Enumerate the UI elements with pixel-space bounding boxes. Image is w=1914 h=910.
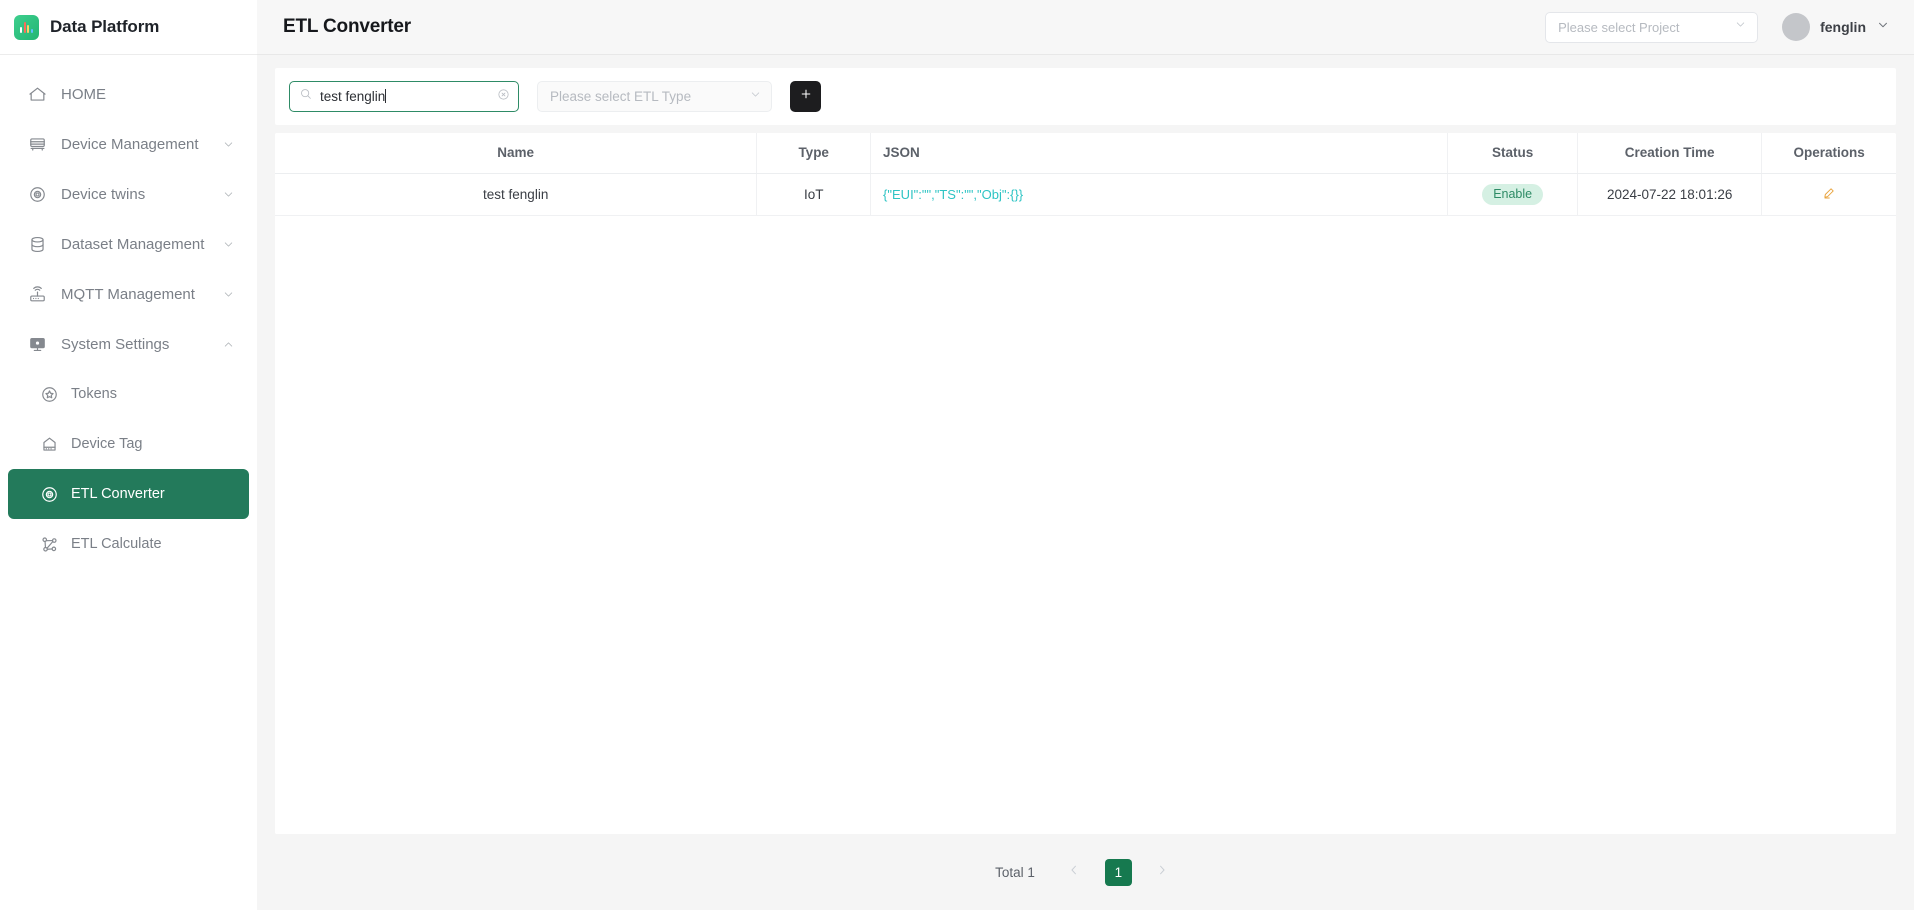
filter-toolbar: test fenglin Please select ETL Type [275,68,1896,125]
sidebar-item-etl-converter[interactable]: ETL Converter [8,469,249,519]
sidebar-item-label: System Settings [61,335,170,353]
pagination-prev-button[interactable] [1061,859,1088,886]
column-header-name[interactable]: Name [275,133,758,174]
cell-creation-time: 2024-07-22 18:01:26 [1577,173,1763,216]
router-icon [28,285,47,304]
table-empty-space [275,215,1896,834]
home-icon [28,85,47,104]
sidebar-item-label: Dataset Management [61,235,205,253]
chevron-down-icon[interactable] [222,188,235,201]
table-body: test fenglin IoT {"EUI":"","TS":"","Obj"… [275,173,1896,216]
tag-device-icon [40,435,59,454]
sidebar-item-device-twins[interactable]: Device twins [8,169,249,219]
flow-nodes-icon [40,535,59,554]
cell-name: test fenglin [275,173,758,216]
page-title: ETL Converter [283,16,411,37]
etl-table: Name Type JSON Status Creation Time Oper… [275,133,1896,216]
status-badge: Enable [1482,183,1544,205]
sidebar-item-etl-calculate[interactable]: ETL Calculate [8,519,249,569]
sidebar-item-label: ETL Calculate [71,536,162,552]
etl-table-card: Name Type JSON Status Creation Time Oper… [275,133,1896,834]
token-badge-icon [40,385,59,404]
chart-logo-icon [14,14,39,40]
main-area: ETL Converter Please select Project feng… [257,0,1914,910]
search-input[interactable]: test fenglin [289,81,519,112]
plus-icon [799,87,813,106]
sidebar-item-mqtt-management[interactable]: MQTT Management [8,269,249,319]
sidebar-item-dataset-management[interactable]: Dataset Management [8,219,249,269]
server-icon [28,135,47,154]
sidebar-item-device-management[interactable]: Device Management [8,119,249,169]
sidebar: Data Platform HOME Device Management Dev… [0,0,257,910]
sidebar-item-label: Device Tag [71,436,143,452]
sidebar-item-home[interactable]: HOME [8,69,249,119]
app-root: Data Platform HOME Device Management Dev… [0,0,1914,910]
sidebar-item-label: Tokens [71,386,117,402]
monitor-icon [28,335,47,354]
cell-status: Enable [1447,173,1579,216]
add-button[interactable] [790,81,821,112]
pagination-page-1[interactable]: 1 [1104,858,1132,886]
sidebar-item-device-tag[interactable]: Device Tag [8,419,249,469]
table-head: Name Type JSON Status Creation Time Oper… [275,133,1896,174]
chevron-up-icon[interactable] [222,338,235,351]
edit-pencil-icon[interactable] [1822,186,1836,203]
user-name: fenglin [1820,19,1866,35]
sidebar-item-label: Device Management [61,135,199,153]
target-icon [28,185,47,204]
chevron-right-icon [1155,863,1169,882]
sidebar-item-label: MQTT Management [61,285,195,303]
content: test fenglin Please select ETL Type Name… [257,55,1914,910]
database-icon [28,235,47,254]
table-row[interactable]: test fenglin IoT {"EUI":"","TS":"","Obj"… [275,173,1896,216]
sidebar-nav: HOME Device Management Device twins Data… [0,55,257,569]
sidebar-item-system-settings[interactable]: System Settings [8,319,249,369]
user-menu[interactable]: fenglin [1782,13,1890,41]
target-icon [40,485,59,504]
chevron-down-icon [1734,18,1747,36]
etl-type-select[interactable]: Please select ETL Type [537,81,772,112]
column-header-operations[interactable]: Operations [1761,133,1896,174]
sidebar-item-tokens[interactable]: Tokens [8,369,249,419]
chevron-down-icon[interactable] [222,238,235,251]
search-input-value: test fenglin [320,89,387,104]
chevron-down-icon[interactable] [222,138,235,151]
pagination-next-button[interactable] [1149,859,1176,886]
cell-operations [1761,173,1896,216]
pagination-total: Total 1 [995,864,1035,880]
table-header-row: Name Type JSON Status Creation Time Oper… [275,133,1896,174]
cell-type: IoT [756,173,872,216]
column-header-json[interactable]: JSON [870,133,1449,174]
search-icon [299,87,313,106]
brand[interactable]: Data Platform [0,0,257,55]
topbar-right: Please select Project fenglin [1545,11,1890,43]
pagination: Total 1 1 [275,834,1896,910]
column-header-creation-time[interactable]: Creation Time [1577,133,1763,174]
column-header-status[interactable]: Status [1447,133,1579,174]
avatar [1782,13,1811,41]
topbar: ETL Converter Please select Project feng… [257,0,1914,55]
project-select-placeholder: Please select Project [1558,19,1680,35]
etl-type-select-placeholder: Please select ETL Type [550,89,692,104]
cell-json: {"EUI":"","TS":"","Obj":{}} [870,173,1449,216]
clear-circle-icon[interactable] [497,88,510,106]
sidebar-item-label: HOME [61,85,106,103]
chevron-down-icon [749,88,762,106]
chevron-down-icon[interactable] [222,288,235,301]
brand-title: Data Platform [50,17,160,36]
project-select[interactable]: Please select Project [1545,11,1759,43]
chevron-left-icon [1067,863,1081,882]
sidebar-item-label: ETL Converter [71,486,165,502]
column-header-type[interactable]: Type [756,133,872,174]
chevron-down-icon [1876,18,1890,37]
sidebar-item-label: Device twins [61,185,146,203]
